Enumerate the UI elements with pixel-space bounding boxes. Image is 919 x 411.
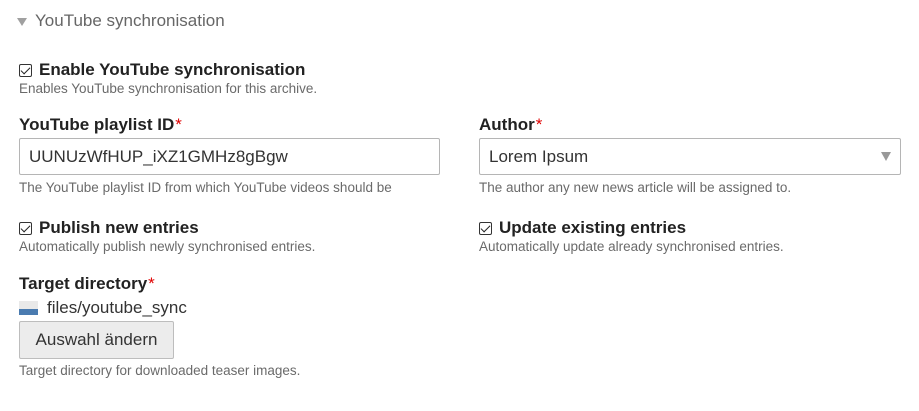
publish-label[interactable]: Publish new entries [39, 218, 199, 238]
enable-sync-group: Enable YouTube synchronisation Enables Y… [19, 59, 317, 96]
required-mark: * [535, 115, 543, 134]
publish-row: Publish new entries [19, 217, 315, 239]
update-group: Update existing entries Automatically up… [479, 217, 784, 254]
enable-sync-label[interactable]: Enable YouTube synchronisation [39, 60, 305, 80]
playlist-label: YouTube playlist ID* [19, 115, 440, 135]
change-selection-button[interactable]: Auswahl ändern [19, 321, 174, 359]
section-toggle[interactable]: YouTube synchronisation [17, 11, 225, 31]
target-directory-label-text: Target directory [19, 274, 148, 293]
selected-folder: files/youtube_sync [19, 298, 300, 318]
target-directory-group: Target directory* files/youtube_sync Aus… [19, 274, 300, 378]
update-checkbox[interactable] [479, 221, 492, 235]
playlist-group: YouTube playlist ID* The YouTube playlis… [19, 115, 440, 195]
playlist-description: The YouTube playlist ID from which YouTu… [19, 180, 392, 195]
author-selected-value: Lorem Ipsum [489, 146, 589, 166]
author-description: The author any new news article will be … [479, 180, 792, 195]
enable-sync-row: Enable YouTube synchronisation [19, 59, 317, 81]
update-description: Automatically update already synchronise… [479, 239, 784, 254]
publish-checkbox[interactable] [19, 221, 32, 235]
target-directory-label: Target directory* [19, 274, 300, 294]
enable-sync-description: Enables YouTube synchronisation for this… [19, 81, 318, 96]
publish-description: Automatically publish newly synchronised… [19, 239, 316, 254]
required-mark: * [175, 115, 182, 134]
author-group: Author* Lorem Ipsum The author any new n… [479, 115, 901, 195]
author-select[interactable]: Lorem Ipsum [479, 138, 901, 175]
author-label-text: Author [479, 115, 535, 134]
author-label: Author* [479, 115, 901, 135]
enable-sync-checkbox[interactable] [19, 63, 32, 77]
folder-icon [19, 301, 38, 315]
update-label[interactable]: Update existing entries [499, 218, 686, 238]
target-directory-description: Target directory for downloaded teaser i… [19, 363, 301, 378]
required-mark: * [148, 274, 155, 293]
publish-group: Publish new entries Automatically publis… [19, 217, 315, 254]
update-row: Update existing entries [479, 217, 784, 239]
dropdown-arrow-icon [881, 152, 891, 161]
playlist-label-text: YouTube playlist ID [19, 115, 175, 134]
section-title: YouTube synchronisation [35, 11, 225, 30]
playlist-id-input[interactable] [19, 138, 440, 175]
folder-path: files/youtube_sync [47, 298, 187, 317]
collapse-triangle-icon [17, 17, 27, 26]
